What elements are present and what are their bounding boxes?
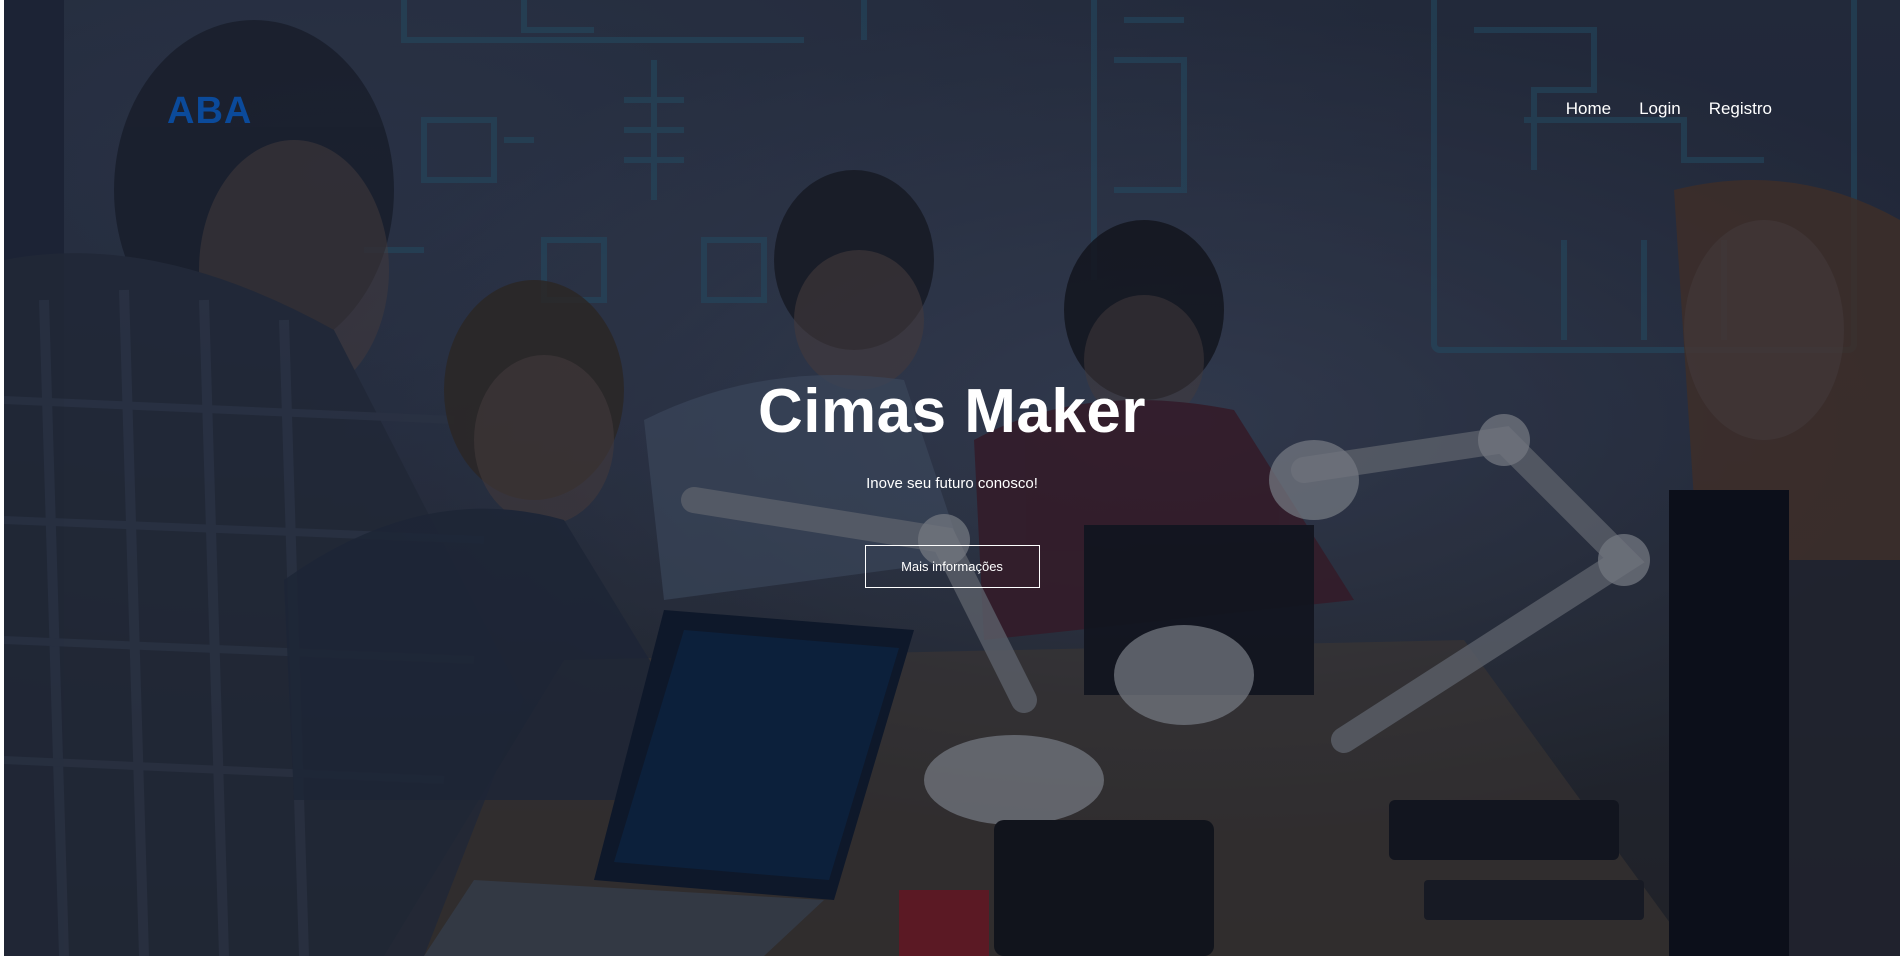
hero-content: Cimas Maker Inove seu futuro conosco! Ma… bbox=[4, 375, 1900, 588]
cta-wrapper: Mais informações bbox=[4, 545, 1900, 588]
nav-link-registro[interactable]: Registro bbox=[1709, 98, 1772, 120]
nav-link-login[interactable]: Login bbox=[1639, 98, 1681, 120]
hero-section: ABA Home Login Registro Cimas Maker Inov… bbox=[4, 0, 1900, 956]
main-nav: Home Login Registro bbox=[1566, 98, 1772, 120]
page-edge-right bbox=[1900, 0, 1904, 956]
hero-title: Cimas Maker bbox=[757, 377, 1147, 446]
nav-link-home[interactable]: Home bbox=[1566, 98, 1611, 120]
navbar: ABA Home Login Registro bbox=[4, 0, 1900, 200]
brand-logo[interactable]: ABA bbox=[167, 92, 252, 130]
hero-subtitle: Inove seu futuro conosco! bbox=[866, 475, 1038, 492]
more-info-button[interactable]: Mais informações bbox=[864, 545, 1040, 588]
